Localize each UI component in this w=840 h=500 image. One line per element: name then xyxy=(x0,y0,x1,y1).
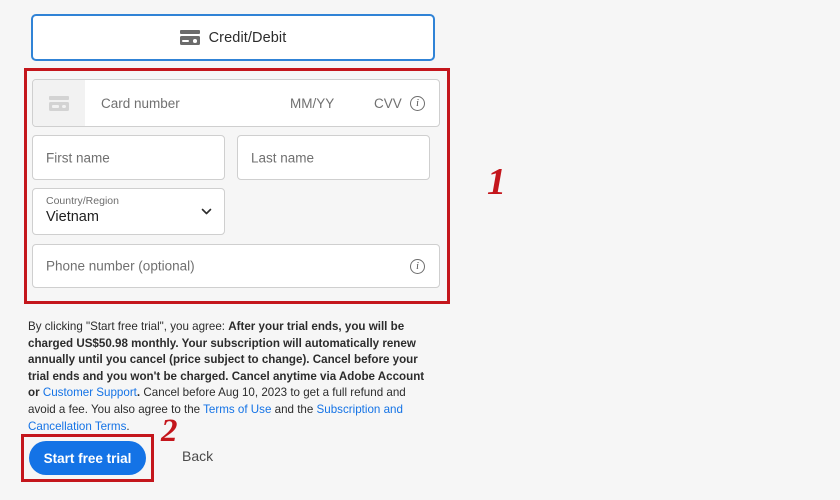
country-region-select[interactable]: Country/Region Vietnam xyxy=(32,188,225,235)
terms-part-4: . xyxy=(126,419,130,433)
chevron-down-icon xyxy=(201,206,212,217)
first-name-field[interactable]: First name xyxy=(32,135,225,180)
start-free-trial-button[interactable]: Start free trial xyxy=(29,441,146,475)
phone-info-icon[interactable]: i xyxy=(410,259,425,274)
card-number-field[interactable]: Card number MM/YY CVV i xyxy=(32,79,440,127)
payment-page: Credit/Debit Card number MM/YY CVV i Fir… xyxy=(0,0,840,500)
back-button[interactable]: Back xyxy=(182,448,213,464)
link-terms-of-use[interactable]: Terms of Use xyxy=(203,403,271,416)
payment-method-tab-credit-debit[interactable]: Credit/Debit xyxy=(31,14,435,61)
terms-part-1: By clicking "Start free trial", you agre… xyxy=(28,320,229,333)
card-number-placeholder: Card number xyxy=(101,95,180,111)
card-cvv-placeholder[interactable]: CVV xyxy=(374,96,402,111)
credit-card-icon xyxy=(49,95,69,111)
phone-number-placeholder: Phone number (optional) xyxy=(46,258,195,274)
terms-text: By clicking "Start free trial", you agre… xyxy=(28,319,430,435)
payment-form: Card number MM/YY CVV i First name Last … xyxy=(24,68,450,304)
country-region-value: Vietnam xyxy=(46,209,99,225)
card-info-icon[interactable]: i xyxy=(410,96,425,111)
last-name-placeholder: Last name xyxy=(251,150,315,165)
credit-card-icon xyxy=(179,30,200,45)
last-name-field[interactable]: Last name xyxy=(237,135,430,180)
payment-method-tab-label: Credit/Debit xyxy=(208,29,287,46)
phone-number-field[interactable]: Phone number (optional) i xyxy=(32,244,440,288)
card-brand-icon-cell xyxy=(33,80,85,126)
annotation-marker-1: 1 xyxy=(487,161,506,203)
first-name-placeholder: First name xyxy=(46,150,110,165)
country-region-label: Country/Region xyxy=(46,195,119,207)
link-customer-support[interactable]: Customer Support xyxy=(43,386,137,399)
card-expiry-placeholder[interactable]: MM/YY xyxy=(290,96,334,111)
terms-part-3: and the xyxy=(271,402,317,416)
